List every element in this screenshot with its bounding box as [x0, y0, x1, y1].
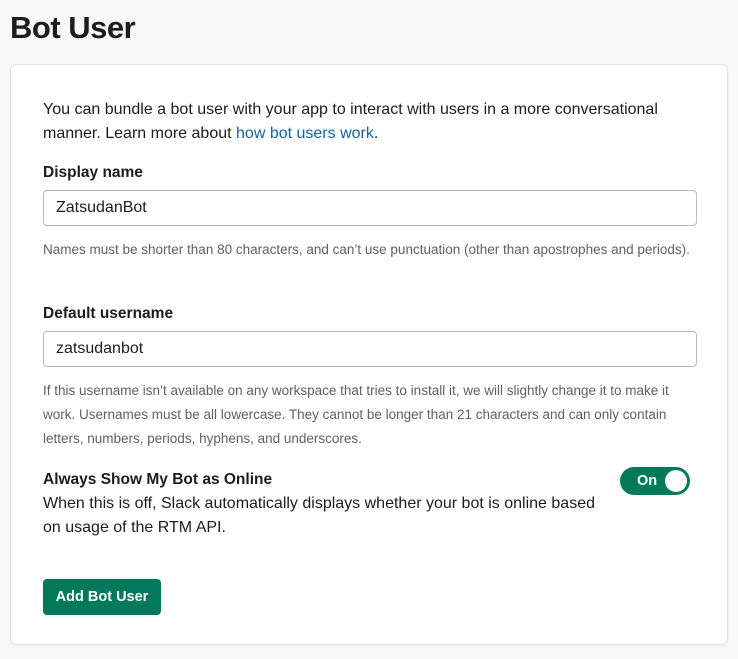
display-name-label: Display name: [43, 164, 143, 181]
always-online-toggle[interactable]: On: [620, 467, 690, 495]
intro-trailing: .: [373, 125, 379, 142]
intro-text: You can bundle a bot user with your app …: [43, 98, 683, 146]
default-username-label: Default username: [43, 305, 174, 322]
add-bot-user-button[interactable]: Add Bot User: [43, 579, 161, 615]
display-name-hint: Names must be shorter than 80 characters…: [43, 242, 690, 257]
online-toggle-description: When this is off, Slack automatically di…: [43, 495, 595, 536]
page-title: Bot User: [10, 10, 136, 45]
default-username-input[interactable]: [43, 331, 697, 367]
bot-users-link[interactable]: how bot users work: [236, 125, 374, 142]
bot-user-card: You can bundle a bot user with your app …: [10, 64, 728, 645]
toggle-state-label: On: [637, 473, 658, 489]
default-username-hint: If this username isn’t available on any …: [43, 383, 669, 446]
toggle-knob: [665, 470, 687, 492]
display-name-input[interactable]: [43, 190, 697, 226]
online-toggle-title: Always Show My Bot as Online: [43, 471, 273, 488]
